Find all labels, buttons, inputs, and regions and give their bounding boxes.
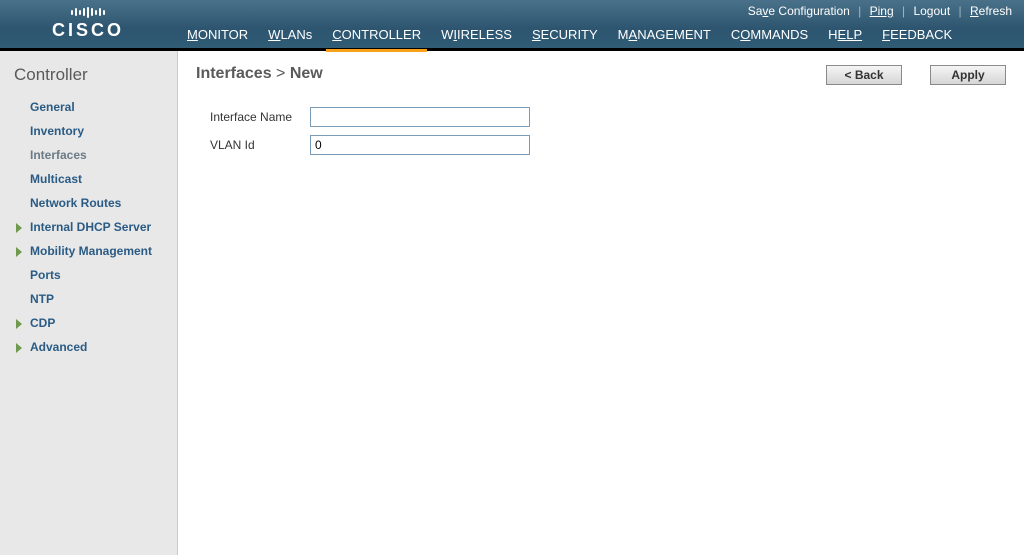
logout-link[interactable]: Logout (913, 4, 950, 18)
cisco-logo-text: CISCO (52, 20, 124, 41)
sidebar-item-internal-dhcp-server[interactable]: Internal DHCP Server (0, 215, 177, 239)
breadcrumb-root: Interfaces (196, 65, 272, 82)
apply-button[interactable]: Apply (930, 65, 1006, 85)
sidebar-list: General Inventory Interfaces Multicast N… (0, 95, 177, 359)
separator-icon: | (902, 4, 905, 18)
main-nav: MONITOR WLANs CONTROLLER WIIRELESS SECUR… (187, 27, 952, 44)
sidebar-item-general[interactable]: General (0, 95, 177, 119)
sidebar-item-label: Internal DHCP Server (30, 220, 151, 234)
sidebar-item-ntp[interactable]: NTP (0, 287, 177, 311)
sidebar-item-interfaces[interactable]: Interfaces (0, 143, 177, 167)
nav-security[interactable]: SECURITY (532, 27, 598, 44)
content-area: < Back Apply Interfaces > New Interface … (178, 51, 1024, 555)
utility-links: Save Configuration | Ping | Logout | Ref… (748, 4, 1012, 18)
sidebar-item-label: Network Routes (30, 196, 121, 210)
form-row-interface-name: Interface Name (196, 107, 1006, 127)
sidebar-item-cdp[interactable]: CDP (0, 311, 177, 335)
nav-commands[interactable]: COMMANDS (731, 27, 808, 44)
top-bar: CISCO Save Configuration | Ping | Logout… (0, 0, 1024, 51)
form-row-vlan-id: VLAN Id (196, 135, 1006, 155)
sidebar-item-inventory[interactable]: Inventory (0, 119, 177, 143)
sidebar-item-ports[interactable]: Ports (0, 263, 177, 287)
sidebar-item-label: CDP (30, 316, 55, 330)
sidebar-item-network-routes[interactable]: Network Routes (0, 191, 177, 215)
sidebar-item-label: Mobility Management (30, 244, 152, 258)
sidebar-item-label: NTP (30, 292, 54, 306)
sidebar-item-label: Interfaces (30, 148, 87, 162)
back-button[interactable]: < Back (826, 65, 902, 85)
action-buttons: < Back Apply (826, 65, 1006, 85)
nav-feedback[interactable]: FEEDBACK (882, 27, 952, 44)
refresh-link[interactable]: Refresh (970, 4, 1012, 18)
sidebar-item-advanced[interactable]: Advanced (0, 335, 177, 359)
sidebar-item-label: Multicast (30, 172, 82, 186)
nav-management[interactable]: MANAGEMENT (618, 27, 711, 44)
sidebar-item-label: General (30, 100, 75, 114)
cisco-logo: CISCO (52, 5, 124, 41)
ping-link[interactable]: Ping (870, 4, 894, 18)
nav-help[interactable]: HELP (828, 27, 862, 44)
sidebar-item-mobility-management[interactable]: Mobility Management (0, 239, 177, 263)
separator-icon: | (959, 4, 962, 18)
nav-wireless[interactable]: WIIRELESS (441, 27, 512, 44)
nav-controller[interactable]: CONTROLLER (332, 27, 421, 44)
vlan-id-input[interactable] (310, 135, 530, 155)
save-configuration-link[interactable]: Save Configuration (748, 4, 850, 18)
sidebar-item-label: Ports (30, 268, 61, 282)
sidebar: Controller General Inventory Interfaces … (0, 51, 178, 555)
breadcrumb-leaf: New (290, 65, 323, 82)
interface-name-label: Interface Name (196, 110, 310, 124)
vlan-id-label: VLAN Id (196, 138, 310, 152)
sidebar-title: Controller (0, 63, 177, 95)
cisco-logo-bars (52, 5, 124, 19)
nav-wlans[interactable]: WLANs (268, 27, 312, 44)
sidebar-item-label: Advanced (30, 340, 87, 354)
nav-monitor[interactable]: MONITOR (187, 27, 248, 44)
sidebar-item-label: Inventory (30, 124, 84, 138)
separator-icon: | (858, 4, 861, 18)
breadcrumb-sep: > (272, 65, 290, 82)
sidebar-item-multicast[interactable]: Multicast (0, 167, 177, 191)
main-layout: Controller General Inventory Interfaces … (0, 51, 1024, 555)
interface-name-input[interactable] (310, 107, 530, 127)
